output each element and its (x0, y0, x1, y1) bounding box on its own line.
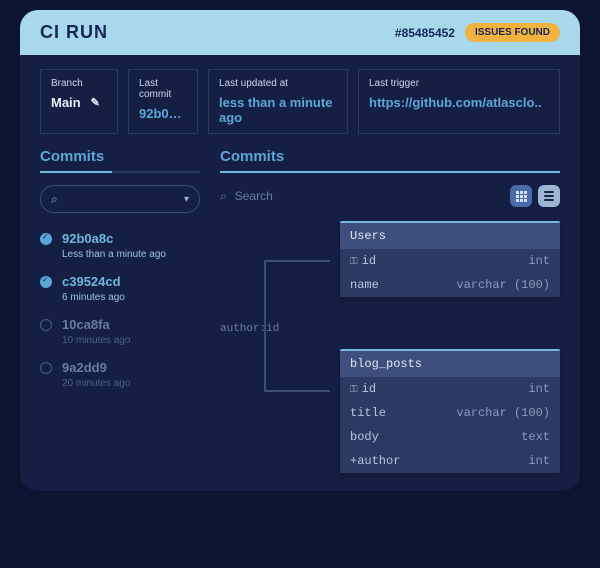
table-column: ⚿idint (340, 249, 560, 273)
commits-main: Commits ⌕ Search (220, 148, 560, 471)
table-column: +authorint (340, 449, 560, 473)
search-icon: ⌕ (220, 189, 227, 204)
meta-last-updated: Last updated at less than a minute ago (208, 69, 348, 134)
commit-time: 6 minutes ago (62, 292, 125, 303)
meta-last-commit-value[interactable]: 92b0a8c (139, 106, 187, 121)
table-users-name: Users (340, 223, 560, 249)
table-column: ⚿idint (340, 377, 560, 401)
table-users[interactable]: Users ⚿idintnamevarchar (100) (340, 221, 560, 297)
table-posts[interactable]: blog_posts ⚿idinttitlevarchar (100)bodyt… (340, 349, 560, 473)
commit-item[interactable]: 9a2dd9 20 minutes ago (40, 360, 200, 389)
commit-sha: 10ca8fa (62, 317, 130, 332)
search-input[interactable]: ⌕ Search (220, 189, 273, 204)
page-title: CI RUN (40, 22, 108, 43)
meta-last-trigger-value[interactable]: https://github.com/atlasclo.. (369, 95, 549, 110)
table-users-cols: ⚿idintnamevarchar (100) (340, 249, 560, 297)
search-placeholder: Search (235, 189, 273, 203)
meta-last-commit: Last commit 92b0a8c (128, 69, 198, 134)
search-icon: ⌕ (51, 192, 58, 207)
radio-icon (40, 319, 52, 331)
header: CI RUN #85485452 ISSUES FOUND (20, 10, 580, 55)
commit-time: 20 minutes ago (62, 378, 130, 389)
commits-main-title: Commits (220, 148, 560, 171)
edit-branch-icon[interactable]: ✎ (91, 96, 100, 109)
divider (40, 171, 200, 173)
commit-item[interactable]: 10ca8fa 10 minutes ago (40, 317, 200, 346)
meta-last-trigger-label: Last trigger (369, 78, 549, 89)
commit-time: 10 minutes ago (62, 335, 130, 346)
commit-filter-combo[interactable]: ⌕ ▾ (40, 185, 200, 213)
check-icon (40, 276, 52, 288)
commit-time: Less than a minute ago (62, 249, 166, 260)
meta-last-commit-label: Last commit (139, 78, 187, 100)
table-column: bodytext (340, 425, 560, 449)
commit-item[interactable]: 92b0a8c Less than a minute ago (40, 231, 200, 260)
commit-sha: 9a2dd9 (62, 360, 130, 375)
meta-branch-value: Main (51, 95, 81, 110)
status-badge: ISSUES FOUND (465, 23, 560, 42)
commit-item[interactable]: c39524cd 6 minutes ago (40, 274, 200, 303)
meta-row: Branch Main ✎ Last commit 92b0a8c Last u… (20, 55, 580, 144)
run-id: #85485452 (395, 26, 455, 40)
meta-branch-label: Branch (51, 78, 107, 89)
meta-last-updated-value: less than a minute ago (219, 95, 337, 125)
list-view-toggle[interactable] (538, 185, 560, 207)
relation-edge (220, 221, 360, 461)
grid-view-toggle[interactable] (510, 185, 532, 207)
check-icon (40, 233, 52, 245)
commit-list: 92b0a8c Less than a minute ago c39524cd 6 m… (40, 231, 200, 389)
relation-label: author:id (220, 323, 279, 335)
divider (220, 171, 560, 173)
table-posts-cols: ⚿idinttitlevarchar (100)bodytext+authori… (340, 377, 560, 473)
commits-sidebar: Commits ⌕ ▾ 92b0a8c Less than a minute ag… (40, 148, 200, 471)
ci-run-card: CI RUN #85485452 ISSUES FOUND Branch Mai… (20, 10, 580, 491)
commit-sha: 92b0a8c (62, 231, 166, 246)
list-icon (544, 191, 554, 201)
meta-last-updated-label: Last updated at (219, 78, 337, 89)
key-icon: ⚿ (350, 257, 358, 268)
table-column: namevarchar (100) (340, 273, 560, 297)
erd-canvas[interactable]: author:id Users ⚿idintnamevarchar (100) … (220, 221, 560, 471)
table-column: titlevarchar (100) (340, 401, 560, 425)
radio-icon (40, 362, 52, 374)
meta-branch: Branch Main ✎ (40, 69, 118, 134)
grid-icon (516, 191, 527, 202)
key-icon: ⚿ (350, 385, 358, 396)
commit-sha: c39524cd (62, 274, 125, 289)
commits-sidebar-title: Commits (40, 148, 200, 171)
chevron-down-icon: ▾ (184, 194, 189, 205)
meta-last-trigger: Last trigger https://github.com/atlasclo… (358, 69, 560, 134)
view-toggle (510, 185, 560, 207)
table-posts-name: blog_posts (340, 351, 560, 377)
